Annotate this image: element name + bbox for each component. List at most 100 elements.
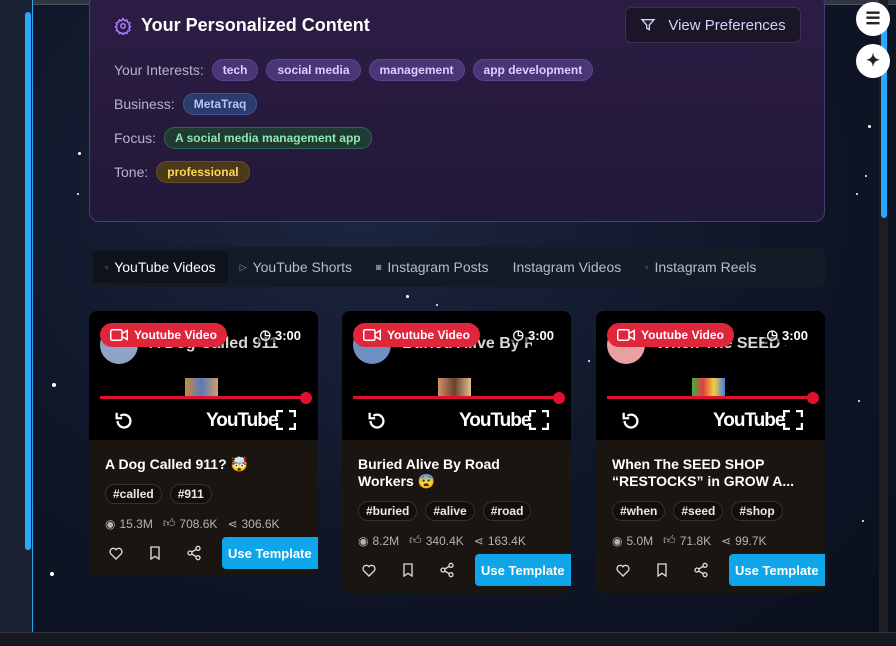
video-progress-bar[interactable]: [607, 396, 813, 399]
panel-title: Your Personalized Content: [114, 15, 370, 36]
left-sidebar: [0, 0, 33, 632]
share-button[interactable]: [436, 558, 459, 582]
hashtag: #seed: [673, 501, 724, 521]
hashtag: #alive: [425, 501, 475, 521]
video-progress-bar[interactable]: [100, 396, 306, 399]
share-icon: ⋖: [227, 516, 238, 531]
fullscreen-icon[interactable]: [276, 410, 296, 430]
progress-knob[interactable]: [300, 392, 312, 404]
hashtag: #shop: [731, 501, 783, 521]
share-icon: [694, 562, 708, 578]
tab-instagram-posts[interactable]: ◙ Instagram Posts: [364, 251, 501, 283]
sidebar-scrollbar[interactable]: [25, 12, 31, 550]
sparkle-icon: ✦: [865, 51, 881, 70]
tone-chip: professional: [156, 161, 250, 183]
star: [50, 572, 54, 576]
bookmark-button[interactable]: [144, 541, 167, 565]
bookmark-button[interactable]: [397, 558, 420, 582]
fullscreen-icon[interactable]: [783, 410, 803, 430]
video-title: A Dog Called 911? 🤯: [105, 456, 248, 472]
video-thumbnail[interactable]: Buried Alive By R... Youtube Video ◷3:00…: [342, 311, 571, 440]
use-template-button[interactable]: Use Template: [474, 554, 571, 586]
tab-youtube-videos[interactable]: ▫ YouTube Videos: [93, 251, 228, 283]
replay-icon[interactable]: [365, 410, 389, 432]
panel-title-text: Your Personalized Content: [141, 15, 370, 35]
likes-stat: 👍︎ 708.6K: [163, 516, 218, 531]
interest-chip: social media: [266, 59, 361, 81]
hashtag: #911: [169, 484, 212, 504]
hashtag: #when: [612, 501, 666, 521]
shares-count: 163.4K: [487, 533, 526, 548]
likes-count: 708.6K: [179, 516, 218, 531]
view-preferences-button[interactable]: View Preferences: [625, 7, 801, 43]
tab-youtube-shorts[interactable]: ▷ YouTube Shorts: [228, 251, 364, 283]
replay-icon[interactable]: [619, 410, 643, 432]
share-icon: [187, 545, 201, 561]
interests-label: Your Interests:: [114, 62, 204, 78]
like-button[interactable]: [105, 541, 128, 565]
business-row: Business: MetaTraq: [114, 93, 258, 115]
business-chip: MetaTraq: [182, 93, 258, 115]
clock-icon: ◷: [259, 327, 271, 342]
video-title: When The SEED SHOP “RESTOCKS” in GROW A.…: [612, 456, 795, 489]
youtube-video-badge: Youtube Video: [607, 323, 734, 347]
badge-label: Youtube Video: [641, 328, 724, 342]
tone-label: Tone:: [114, 164, 149, 180]
video-card[interactable]: A Dog Called 911?... Youtube Video ◷3:00…: [89, 311, 318, 576]
play-icon: ▷: [239, 261, 247, 272]
share-button[interactable]: [183, 541, 206, 565]
view-preferences-label: View Preferences: [668, 16, 786, 34]
views-count: 15.3M: [119, 516, 153, 531]
image-icon: ◙: [375, 262, 382, 272]
video-icon: ▫: [105, 262, 109, 272]
share-button[interactable]: [690, 558, 713, 582]
video-thumbnail[interactable]: When The SEED S... Youtube Video ◷3:00 Y…: [596, 311, 825, 440]
duration-text: 3:00: [274, 327, 301, 343]
interest-chip: app development: [472, 59, 594, 81]
video-thumbnail[interactable]: A Dog Called 911?... Youtube Video ◷3:00…: [89, 311, 318, 440]
thumbs-up-icon: 👍︎: [162, 516, 176, 530]
progress-knob[interactable]: [553, 392, 565, 404]
filter-icon: [640, 19, 656, 31]
share-icon: [440, 562, 454, 578]
tone-row: Tone: professional: [114, 161, 250, 183]
video-camera-icon: [617, 329, 635, 341]
like-button[interactable]: [358, 558, 381, 582]
likes-count: 71.8K: [679, 533, 712, 548]
video-card[interactable]: When The SEED S... Youtube Video ◷3:00 Y…: [596, 311, 825, 593]
duration: ◷ 3:00: [256, 327, 304, 343]
duration: ◷ 3:00: [763, 327, 811, 343]
progress-knob[interactable]: [807, 392, 819, 404]
sparkle-icon-button[interactable]: ✦: [856, 44, 890, 78]
badge-label: Youtube Video: [134, 328, 217, 342]
fullscreen-icon[interactable]: [529, 410, 549, 430]
card-body: When The SEED SHOP “RESTOCKS” in GROW A.…: [596, 440, 825, 593]
star: [406, 295, 409, 298]
bookmark-button[interactable]: [651, 558, 674, 582]
views-stat: ◉ 5.0M: [612, 534, 653, 548]
subtitles-icon-button[interactable]: ☰: [856, 2, 890, 36]
star: [858, 400, 860, 402]
tab-label: YouTube Videos: [114, 259, 216, 275]
bottom-bar: [0, 632, 896, 646]
tab-instagram-reels[interactable]: ▫ Instagram Reels: [633, 251, 768, 283]
video-progress-bar[interactable]: [353, 396, 559, 399]
tab-instagram-videos[interactable]: Instagram Videos: [501, 251, 634, 283]
star: [588, 360, 590, 362]
use-template-button[interactable]: Use Template: [221, 537, 318, 569]
youtube-video-badge: Youtube Video: [100, 323, 227, 347]
personalized-content-panel: Your Personalized Content View Preferenc…: [89, 0, 825, 222]
youtube-logo: YouTube: [713, 410, 785, 431]
clock-icon: ◷: [766, 327, 778, 342]
video-card[interactable]: Buried Alive By R... Youtube Video ◷3:00…: [342, 311, 571, 593]
card-actions: Use Template: [105, 537, 318, 576]
star: [868, 125, 871, 128]
star: [52, 383, 56, 387]
duration: ◷ 3:00: [509, 327, 557, 343]
use-template-button[interactable]: Use Template: [728, 554, 825, 586]
eye-icon: ◉: [358, 533, 369, 548]
like-button[interactable]: [612, 558, 635, 582]
heart-icon: [109, 547, 124, 560]
card-actions: Use Template: [358, 554, 571, 593]
replay-icon[interactable]: [112, 410, 136, 432]
